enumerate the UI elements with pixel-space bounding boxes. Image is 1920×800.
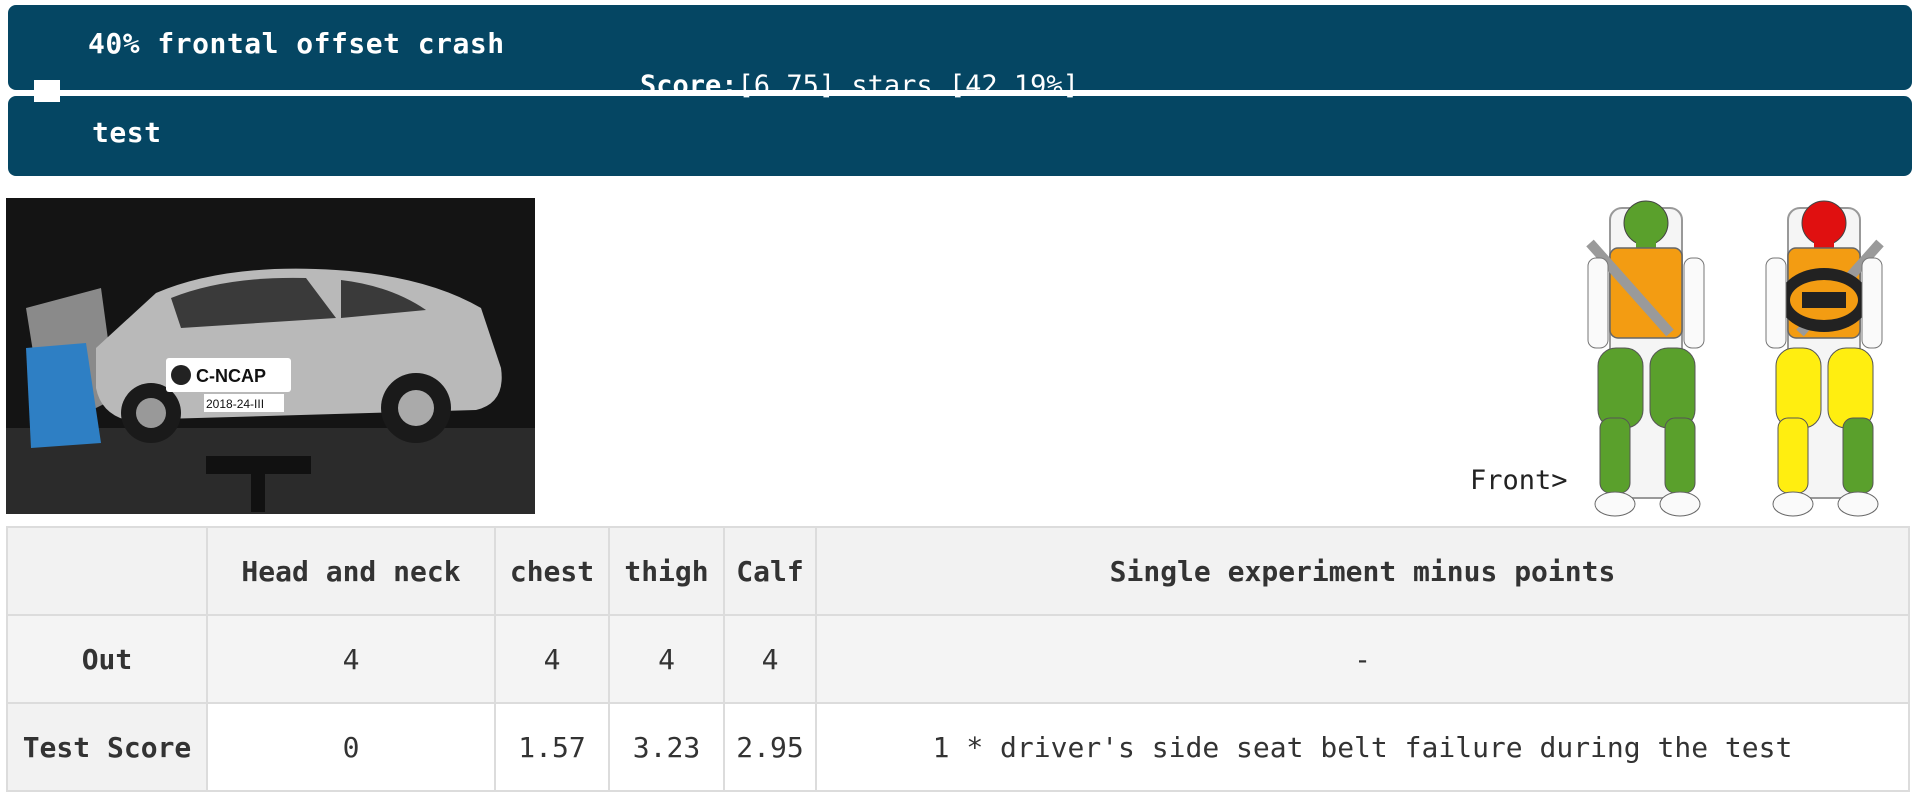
- score-line: Score:[6.75] stars [42.19%]: [640, 70, 1079, 101]
- row-label: Test Score: [6, 702, 208, 792]
- table-cell: 4: [494, 614, 610, 704]
- passenger-figure: [1765, 200, 1884, 517]
- score-label: Score:: [640, 70, 738, 101]
- header-cell-chest: chest: [494, 526, 610, 616]
- table-cell: 4: [723, 614, 817, 704]
- row-label: Out: [6, 614, 208, 704]
- table-cell: 4: [206, 614, 496, 704]
- header-cell-minus-points: Single experiment minus points: [815, 526, 1910, 616]
- results-table: Head and neck chest thigh Calf Single ex…: [6, 526, 1910, 792]
- score-value: [6.75] stars [42.19%]: [737, 70, 1079, 101]
- table-cell: 2.95: [723, 702, 817, 792]
- test-title: 40% frontal offset crash: [88, 27, 505, 60]
- table-row: Out 4 4 4 4 -: [6, 614, 1910, 704]
- header-cell-calf: Calf: [723, 526, 817, 616]
- table-cell: 1 * driver's side seat belt failure duri…: [815, 702, 1910, 792]
- table-cell: 1.57: [494, 702, 610, 792]
- table-cell: -: [815, 614, 1910, 704]
- table-cell: 3.23: [608, 702, 725, 792]
- table-row: Test Score 0 1.57 3.23 2.95 1 * driver's…: [6, 702, 1910, 792]
- table-cell: 4: [608, 614, 725, 704]
- table-header-row: Head and neck chest thigh Calf Single ex…: [6, 526, 1910, 616]
- square-marker-icon: [34, 80, 60, 102]
- header-cell-thigh: thigh: [608, 526, 725, 616]
- header-cell-head-neck: Head and neck: [206, 526, 496, 616]
- subheader-title: test: [92, 116, 162, 149]
- table-cell: 0: [206, 702, 496, 792]
- subheader-bar: test: [8, 96, 1912, 176]
- driver-figure: [1586, 200, 1705, 517]
- photo-badge-text: C-NCAP: [196, 366, 266, 386]
- crash-photo: C-NCAP 2018-24-III: [6, 198, 535, 514]
- photo-plate-text: 2018-24-III: [206, 397, 264, 411]
- occupant-injury-diagram: [1570, 188, 1920, 526]
- header-cell-empty: [6, 526, 208, 616]
- front-label: Front>: [1470, 465, 1568, 496]
